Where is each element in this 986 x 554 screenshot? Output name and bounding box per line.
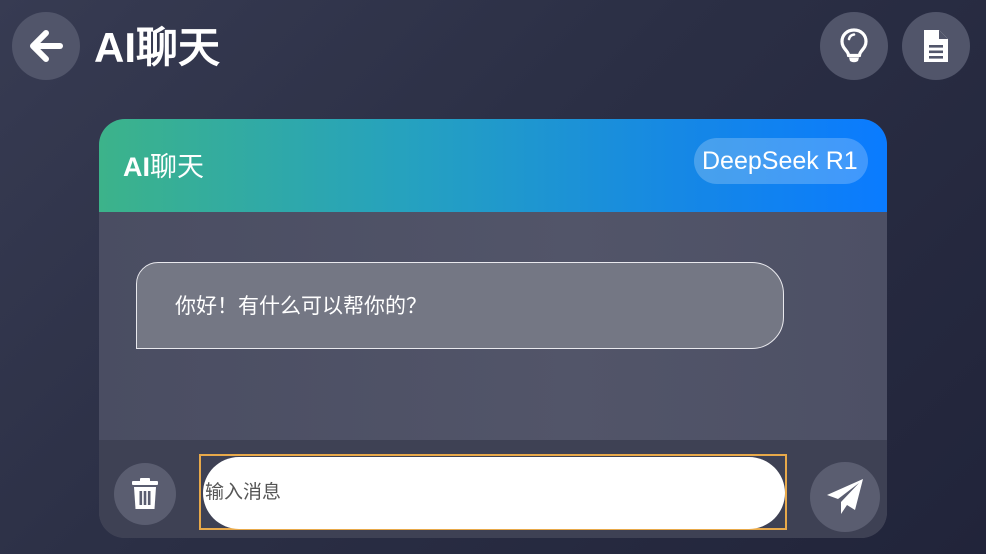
chat-card-title-prefix: AI bbox=[123, 152, 150, 182]
back-button[interactable] bbox=[12, 12, 80, 80]
message-list[interactable]: 你好！有什么可以帮你的？ bbox=[99, 212, 887, 440]
lightbulb-icon bbox=[840, 28, 868, 63]
send-button[interactable] bbox=[810, 462, 880, 532]
paper-plane-icon bbox=[827, 479, 863, 514]
hint-button[interactable] bbox=[820, 12, 888, 80]
document-button[interactable] bbox=[902, 12, 970, 80]
chat-card-header: AI聊天 DeepSeek R1 bbox=[99, 119, 887, 212]
model-badge[interactable]: DeepSeek R1 bbox=[694, 138, 868, 184]
chat-card-title: AI聊天 bbox=[123, 151, 204, 183]
clear-chat-button[interactable] bbox=[114, 463, 176, 525]
arrow-left-icon bbox=[30, 30, 63, 62]
message-input[interactable] bbox=[203, 457, 785, 529]
composer-bar bbox=[99, 440, 887, 538]
document-icon bbox=[924, 30, 948, 62]
page-title: AI聊天 bbox=[94, 24, 221, 71]
message-input-focus-ring bbox=[199, 454, 787, 530]
assistant-message-bubble: 你好！有什么可以帮你的？ bbox=[136, 262, 784, 349]
chat-card-title-suffix: 聊天 bbox=[150, 152, 204, 182]
chat-card: AI聊天 DeepSeek R1 你好！有什么可以帮你的？ bbox=[99, 119, 887, 538]
trash-icon bbox=[132, 478, 158, 509]
